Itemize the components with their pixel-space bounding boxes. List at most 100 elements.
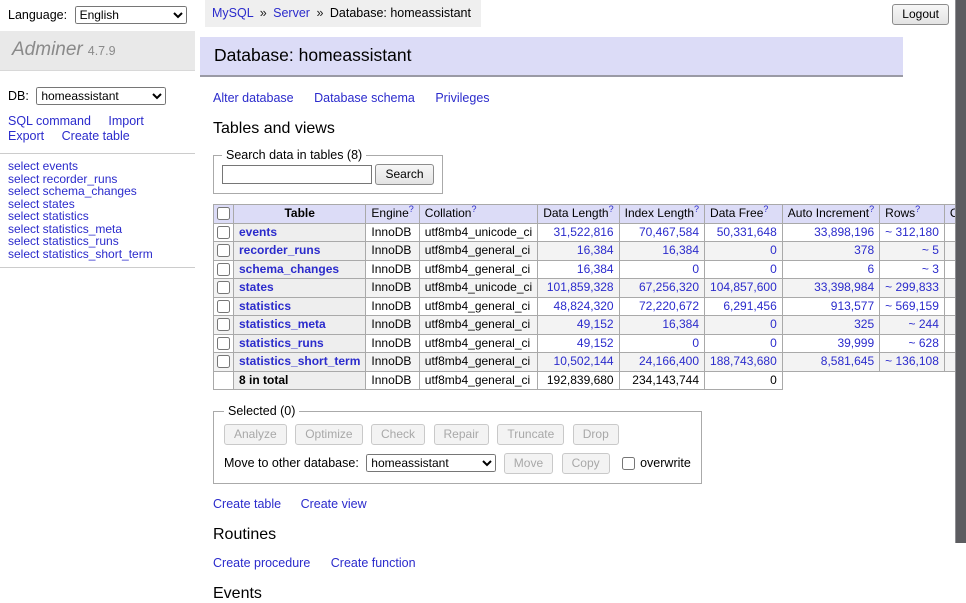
move-button[interactable]: Move [504,453,553,474]
select-all-checkbox[interactable] [217,207,230,220]
cell-data-length-link[interactable]: 10,502,144 [554,354,614,368]
cell-data-length-link[interactable]: 49,152 [577,317,614,331]
row-checkbox[interactable] [217,226,230,239]
table-link-statistics-short-term[interactable]: statistics_short_term [239,354,360,368]
cell-rows-link[interactable]: ~ 3 [922,262,939,276]
truncate-button[interactable]: Truncate [497,424,564,445]
db-select[interactable]: homeassistant [36,87,166,105]
sidebar-item-select-statistics-runs[interactable]: select statistics_runs [8,235,187,248]
cell-auto-increment-link[interactable]: 39,999 [837,336,874,350]
sidebar-link-import[interactable]: Import [108,114,143,129]
cell-auto-increment-link[interactable]: 33,898,196 [814,225,874,239]
cell-index-length-link[interactable]: 72,220,672 [639,299,699,313]
cell-data-length-link[interactable]: 31,522,816 [554,225,614,239]
table-link-states[interactable]: states [239,280,274,294]
cell-data-length-link[interactable]: 48,824,320 [554,299,614,313]
search-input[interactable] [222,165,372,184]
cell-data-length-link[interactable]: 16,384 [577,243,614,257]
cell-data-length-link[interactable]: 101,859,328 [547,280,614,294]
row-checkbox[interactable] [217,300,230,313]
help-link[interactable]: ? [409,204,414,214]
cell-data-length-link[interactable]: 16,384 [577,262,614,276]
sidebar-item-select-statistics-short-term[interactable]: select statistics_short_term [8,248,187,261]
cell-auto-increment-link[interactable]: 33,398,984 [814,280,874,294]
table-link-statistics-runs[interactable]: statistics_runs [239,336,324,350]
help-link[interactable]: ? [471,204,476,214]
help-link[interactable]: ? [609,204,614,214]
table-link-recorder-runs[interactable]: recorder_runs [239,243,320,257]
row-checkbox[interactable] [217,263,230,276]
database-schema-link[interactable]: Database schema [314,91,415,105]
cell-data-free-link[interactable]: 188,743,680 [710,354,777,368]
cell-rows-link[interactable]: ~ 299,833 [885,280,939,294]
cell-rows-link[interactable]: ~ 244 [909,317,939,331]
help-link[interactable]: ? [869,204,874,214]
help-link[interactable]: ? [763,204,768,214]
breadcrumb-link-mysql[interactable]: MySQL [212,6,253,20]
cell-collation: utf8mb4_general_ci [419,334,537,353]
row-checkbox[interactable] [217,355,230,368]
cell-rows-link[interactable]: ~ 628 [909,336,939,350]
cell-data-length-link[interactable]: 49,152 [577,336,614,350]
cell-auto-increment-link[interactable]: 8,581,645 [821,354,874,368]
row-checkbox[interactable] [217,244,230,257]
row-checkbox[interactable] [217,318,230,331]
table-link-events[interactable]: events [239,225,277,239]
cell-rows-link[interactable]: ~ 5 [922,243,939,257]
row-checkbox[interactable] [217,281,230,294]
sidebar-item-select-events[interactable]: select events [8,160,187,173]
copy-button[interactable]: Copy [562,453,610,474]
cell-data-free-link[interactable]: 0 [770,262,777,276]
privileges-link[interactable]: Privileges [435,91,489,105]
cell-index-length-link[interactable]: 70,467,584 [639,225,699,239]
cell-auto-increment-link[interactable]: 913,577 [831,299,874,313]
create-function-link[interactable]: Create function [331,556,416,570]
cell-auto-increment-link[interactable]: 378 [854,243,874,257]
drop-button[interactable]: Drop [573,424,619,445]
sidebar-item-select-statistics[interactable]: select statistics [8,210,187,223]
cell-rows-link[interactable]: ~ 136,108 [885,354,939,368]
cell-rows-link[interactable]: ~ 312,180 [885,225,939,239]
cell-data-free-link[interactable]: 6,291,456 [723,299,776,313]
help-link[interactable]: ? [915,204,920,214]
sidebar-link-export[interactable]: Export [8,129,44,144]
cell-auto-increment-link[interactable]: 6 [867,262,874,276]
language-label: Language: [8,8,67,22]
cell-index-length-link[interactable]: 24,166,400 [639,354,699,368]
create-view-link[interactable]: Create view [301,497,367,511]
create-procedure-link[interactable]: Create procedure [213,556,310,570]
cell-index-length-link[interactable]: 16,384 [662,317,699,331]
sidebar-item-select-schema-changes[interactable]: select schema_changes [8,185,187,198]
row-checkbox[interactable] [217,337,230,350]
language-select[interactable]: English [75,6,187,24]
optimize-button[interactable]: Optimize [295,424,362,445]
cell-rows-link[interactable]: ~ 569,159 [885,299,939,313]
overwrite-checkbox[interactable] [622,457,635,470]
cell-index-length-link[interactable]: 16,384 [662,243,699,257]
search-button[interactable]: Search [375,164,433,185]
table-link-schema-changes[interactable]: schema_changes [239,262,339,276]
breadcrumb-link-server[interactable]: Server [273,6,310,20]
cell-data-free-link[interactable]: 104,857,600 [710,280,777,294]
table-link-statistics-meta[interactable]: statistics_meta [239,317,326,331]
create-table-link[interactable]: Create table [213,497,281,511]
move-database-select[interactable]: homeassistant [366,454,496,472]
table-link-statistics[interactable]: statistics [239,299,291,313]
analyze-button[interactable]: Analyze [224,424,287,445]
cell-data-free-link[interactable]: 0 [770,243,777,257]
cell-index-length-link[interactable]: 67,256,320 [639,280,699,294]
cell-index-length-link[interactable]: 0 [692,336,699,350]
cell-auto-increment-link[interactable]: 325 [854,317,874,331]
sidebar-link-create-table[interactable]: Create table [62,129,130,144]
cell-data-free-link[interactable]: 0 [770,317,777,331]
repair-button[interactable]: Repair [434,424,489,445]
cell-data-free-link[interactable]: 50,331,648 [717,225,777,239]
check-button[interactable]: Check [371,424,425,445]
cell-data-free-link[interactable]: 0 [770,336,777,350]
logout-button[interactable]: Logout [892,4,949,25]
vertical-scrollbar[interactable] [955,0,966,543]
cell-index-length-link[interactable]: 0 [692,262,699,276]
alter-database-link[interactable]: Alter database [213,91,294,105]
help-link[interactable]: ? [694,204,699,214]
sidebar-link-sql-command[interactable]: SQL command [8,114,91,129]
